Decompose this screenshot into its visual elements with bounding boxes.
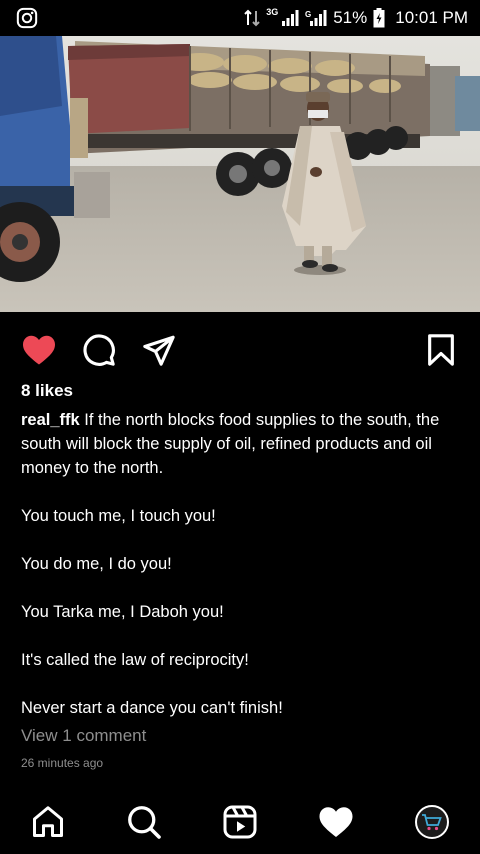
save-button[interactable] [421,330,461,370]
network-type: 3G [266,7,279,17]
comment-icon [83,334,115,366]
post-timestamp: 26 minutes ago [21,756,104,770]
nav-reels[interactable] [220,802,260,842]
signal-icon-2: G [305,10,327,26]
truck-photo [0,36,480,312]
battery-percent: 51% [333,8,368,27]
nav-profile[interactable] [412,802,452,842]
svg-text:G: G [305,10,311,19]
post-actions [0,312,480,384]
reels-icon [223,805,257,839]
send-icon [143,335,175,366]
clock: 10:01 PM [395,8,468,27]
nav-search[interactable] [124,802,164,842]
signal-icon [282,10,299,26]
share-button[interactable] [139,330,179,370]
profile-avatar [415,805,449,839]
activity-heart-icon [319,807,353,837]
home-icon [33,806,63,837]
nav-activity[interactable] [316,802,356,842]
battery-charging-icon [373,8,385,28]
caption-line: You touch me, I touch you! [21,507,216,525]
bottom-nav [0,790,480,854]
caption-line: You do me, I do you! [21,555,172,573]
bookmark-icon [428,334,454,366]
caption-line: Never start a dance you can't finish! [21,699,283,717]
likes-count[interactable]: 8 likes [21,381,73,401]
search-icon [128,806,161,839]
post-image[interactable] [0,36,480,312]
data-arrows-icon [244,9,260,27]
comment-button[interactable] [79,330,119,370]
status-bar: 3G G 51% 10:01 PM [0,0,480,36]
caption-line: You Tarka me, I Daboh you! [21,603,224,621]
status-icons: 3G G 51% 10:01 PM [244,0,468,36]
like-button[interactable] [19,330,59,370]
instagram-icon [16,7,38,29]
view-comments-link[interactable]: View 1 comment [21,726,146,746]
nav-home[interactable] [28,802,68,842]
cart-icon [422,814,442,831]
caption-line: It's called the law of reciprocity! [21,651,249,669]
heart-filled-icon [23,335,55,365]
post-caption: real_ffk If the north blocks food suppli… [21,408,461,720]
author-username[interactable]: real_ffk [21,411,80,429]
caption-text: If the north blocks food supplies to the… [21,411,440,477]
